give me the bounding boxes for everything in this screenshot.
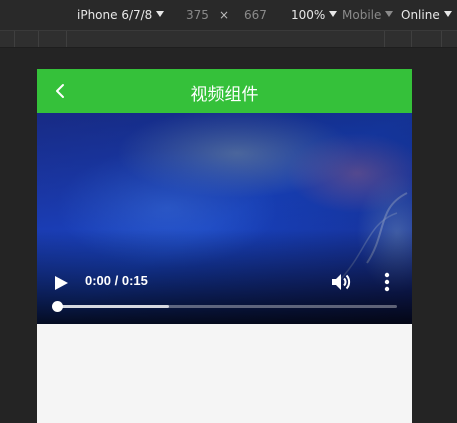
caret-down-icon [329, 11, 338, 17]
video-player[interactable]: 0:00 / 0:15 [37, 113, 412, 324]
progress-bar[interactable] [52, 301, 397, 312]
mode-select[interactable]: Mobile [342, 8, 394, 22]
caret-down-icon [385, 11, 394, 17]
times-separator: × [219, 8, 230, 22]
ruler-divider [411, 31, 412, 47]
zoom-label: 100% [291, 8, 326, 22]
mode-label: Mobile [342, 8, 382, 22]
caret-down-icon [156, 11, 165, 17]
height-field[interactable]: 667 [244, 8, 267, 22]
buffered-range [57, 305, 170, 308]
volume-icon[interactable] [329, 271, 351, 293]
network-label: Online [401, 8, 440, 22]
zoom-select[interactable]: 100% [291, 8, 338, 22]
progress-handle[interactable] [52, 301, 63, 312]
media-query-ruler[interactable] [0, 30, 457, 48]
ruler-divider [384, 31, 385, 47]
time-display: 0:00 / 0:15 [85, 273, 148, 288]
caret-down-icon [443, 11, 452, 17]
width-field[interactable]: 375 [186, 8, 209, 22]
navigation-bar: 视频组件 [37, 69, 412, 113]
device-viewport: 视频组件 0:00 / 0:15 [37, 69, 412, 423]
ruler-divider [66, 31, 67, 47]
more-vert-icon[interactable] [380, 271, 394, 293]
page-title: 视频组件 [190, 85, 259, 105]
play-icon[interactable] [51, 273, 71, 293]
ruler-divider [38, 31, 39, 47]
device-label: iPhone 6/7/8 [77, 8, 153, 22]
device-select[interactable]: iPhone 6/7/8 [77, 8, 165, 22]
ruler-divider [441, 31, 442, 47]
video-frame [37, 113, 412, 324]
devtools-toolbar: iPhone 6/7/8 375 × 667 100% Mobile Onlin… [0, 0, 457, 30]
network-select[interactable]: Online [401, 8, 452, 22]
ruler-divider [14, 31, 15, 47]
